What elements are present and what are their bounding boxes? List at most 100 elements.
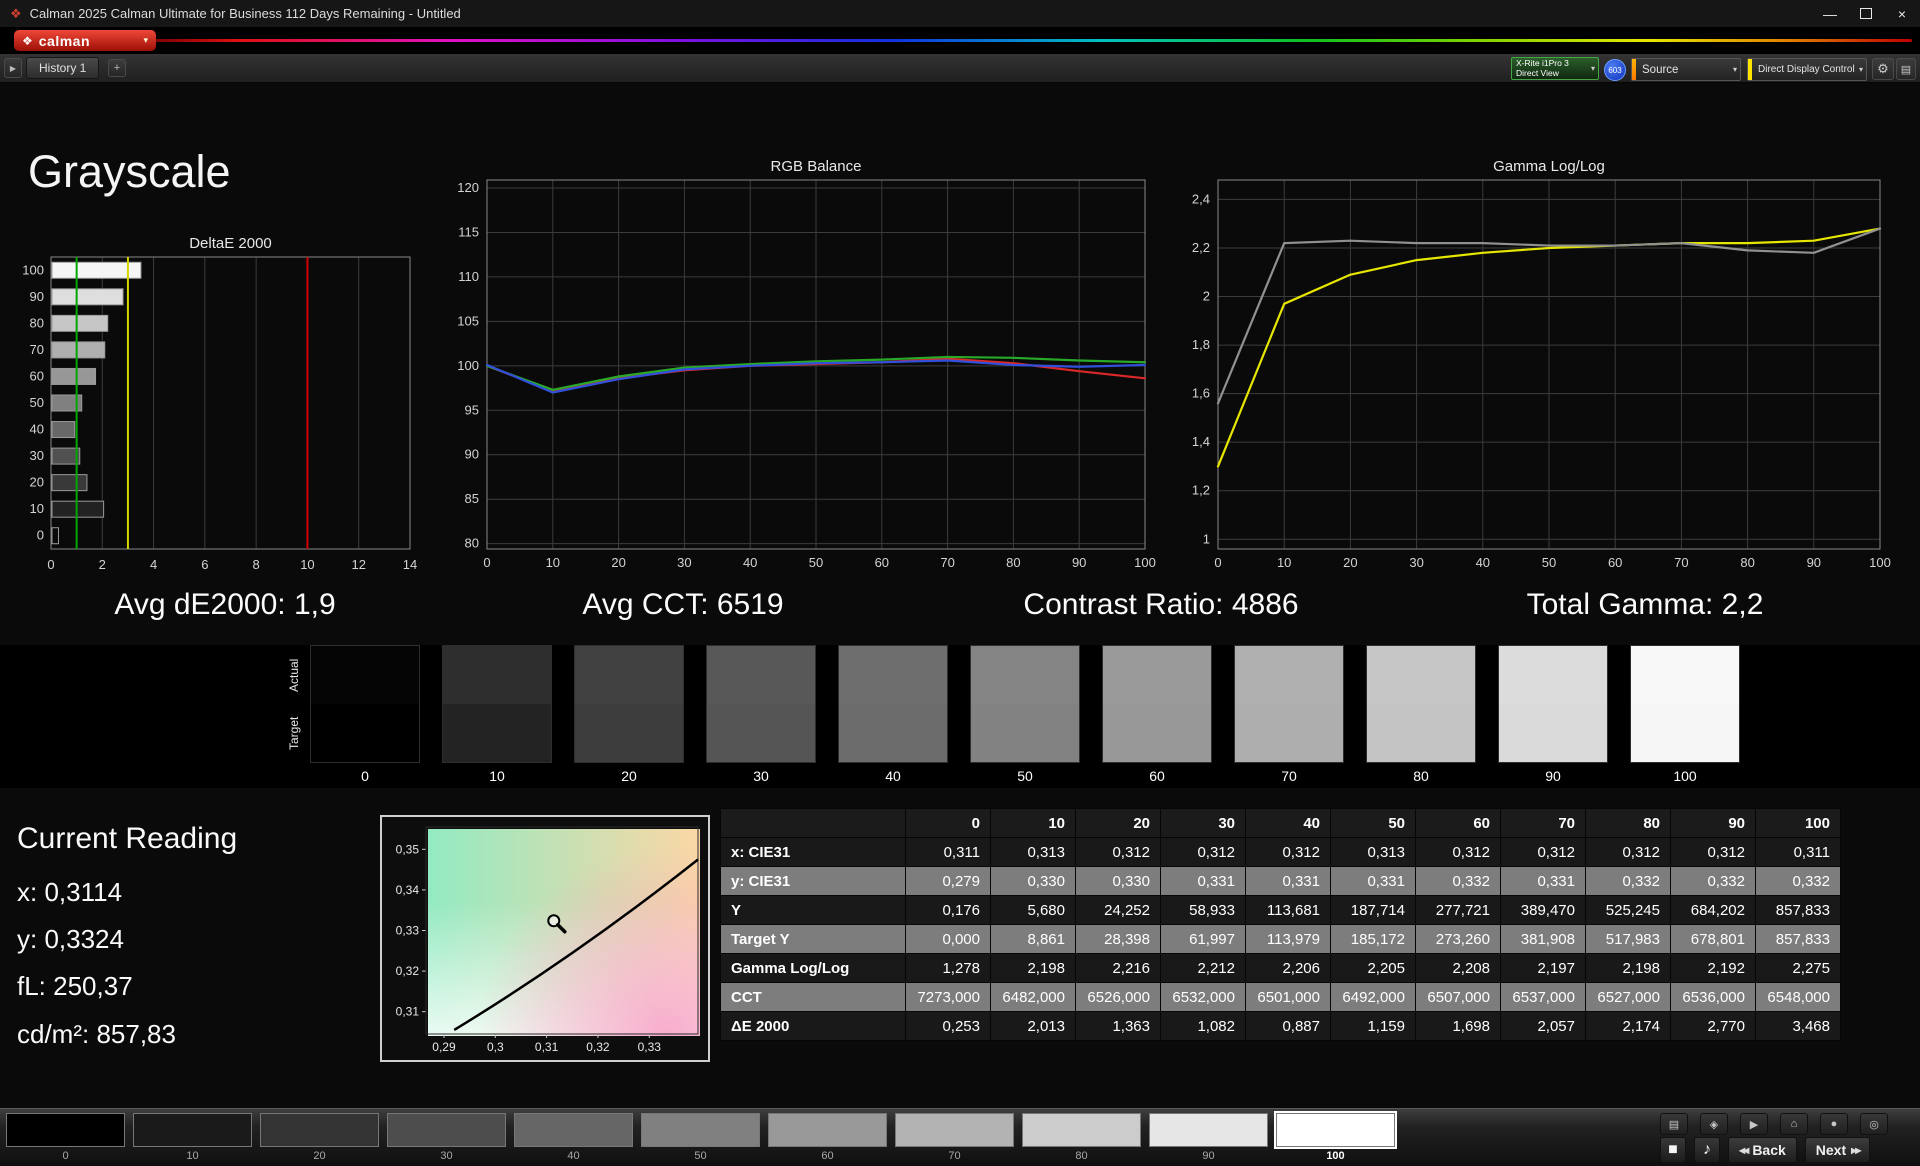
next-button[interactable]: Next ▶▶ <box>1804 1137 1871 1163</box>
table-cell: 381,908 <box>1500 924 1586 954</box>
calman-logo-button[interactable]: ❖ calman ▾ <box>14 30 156 51</box>
level-patch-button[interactable]: 90 <box>1149 1113 1268 1162</box>
window-controls: — × <box>1812 0 1920 27</box>
level-patch-button[interactable]: 30 <box>387 1113 506 1162</box>
calman-wordmark: calman <box>38 32 91 49</box>
level-patch-button[interactable]: 50 <box>641 1113 760 1162</box>
svg-text:14: 14 <box>403 557 417 572</box>
table-cell: 0,332 <box>1585 866 1671 896</box>
target-icon-button[interactable]: ◎ <box>1860 1113 1888 1135</box>
level-patch-button[interactable]: 10 <box>133 1113 252 1162</box>
table-cell: 389,470 <box>1500 895 1586 925</box>
table-row-label: Y <box>720 895 906 925</box>
settings-button[interactable]: ⚙ <box>1872 58 1894 80</box>
svg-text:0,35: 0,35 <box>396 842 420 856</box>
maximize-button[interactable] <box>1848 0 1884 27</box>
swatch-actual <box>575 646 683 704</box>
level-patch-button[interactable]: 0 <box>6 1113 125 1162</box>
patch-label: 20 <box>313 1150 326 1162</box>
minimize-button[interactable]: — <box>1812 0 1848 27</box>
history-expand-button[interactable]: ▶ <box>4 58 22 78</box>
chevron-down-icon: ▾ <box>1858 65 1863 74</box>
table-header-cell: 100 <box>1755 808 1841 838</box>
tab-history-1[interactable]: History 1 <box>26 57 100 79</box>
table-header-cell: 40 <box>1245 808 1331 838</box>
table-cell: 0,331 <box>1245 866 1331 896</box>
svg-text:2: 2 <box>1203 289 1210 304</box>
patch-label: 50 <box>694 1150 707 1162</box>
back-button[interactable]: ◀◀ Back <box>1728 1137 1797 1163</box>
table-cell: 185,172 <box>1330 924 1416 954</box>
level-patch-button[interactable]: 60 <box>768 1113 887 1162</box>
mute-button[interactable]: ♪ <box>1694 1137 1720 1163</box>
display-icon-button[interactable]: ▤ <box>1660 1113 1688 1135</box>
panel-toggle-button[interactable]: ▤ <box>1896 58 1916 80</box>
home-icon-button[interactable]: ⌂ <box>1780 1113 1808 1135</box>
table-cell: 0,331 <box>1330 866 1416 896</box>
patch-color <box>514 1113 633 1147</box>
table-cell: 0,311 <box>1755 837 1841 867</box>
svg-text:110: 110 <box>458 269 479 284</box>
swatch-target <box>443 704 551 762</box>
svg-text:RGB Balance: RGB Balance <box>771 158 862 175</box>
window-title: Calman 2025 Calman Ultimate for Business… <box>29 6 461 21</box>
table-cell: 277,721 <box>1415 895 1501 925</box>
play-icon-button[interactable]: ▶ <box>1740 1113 1768 1135</box>
svg-text:12: 12 <box>351 557 365 572</box>
svg-text:0,3: 0,3 <box>487 1040 504 1054</box>
record-icon: ● <box>1830 1118 1838 1130</box>
meter-status-badge: 603 <box>1604 59 1626 81</box>
swatch-actual <box>311 646 419 704</box>
level-patch-button[interactable]: 100 <box>1274 1111 1397 1162</box>
meter-dropdown[interactable]: X-Rite i1Pro 3 Direct View ▾ <box>1511 57 1599 80</box>
add-tab-button[interactable]: + <box>108 59 126 77</box>
svg-text:115: 115 <box>458 224 479 239</box>
workflow-toolbar: ▶ History 1 + X-Rite i1Pro 3 Direct View… <box>0 54 1920 83</box>
svg-text:2,4: 2,4 <box>1192 191 1210 206</box>
source-label: Source <box>1642 63 1679 76</box>
svg-text:90: 90 <box>465 447 479 462</box>
patch-label: 70 <box>948 1150 961 1162</box>
table-cell: 0,312 <box>1415 837 1501 867</box>
pattern-icon-button[interactable]: ◈ <box>1700 1113 1728 1135</box>
level-patch-button[interactable]: 80 <box>1022 1113 1141 1162</box>
target-icon: ◎ <box>1869 1118 1879 1131</box>
table-cell: 2,057 <box>1500 1011 1586 1041</box>
level-patch-button[interactable]: 20 <box>260 1113 379 1162</box>
close-button[interactable]: × <box>1884 0 1920 27</box>
source-dropdown[interactable]: Source ▾ <box>1631 58 1741 81</box>
swatch-actual <box>839 646 947 704</box>
home-icon: ⌂ <box>1790 1118 1798 1130</box>
play-icon: ▶ <box>1749 1118 1759 1131</box>
swatch-row: 0 10 20 30 40 50 60 70 80 90 100 <box>310 645 1740 784</box>
svg-text:80: 80 <box>30 315 44 330</box>
table-cell: 0,887 <box>1245 1011 1331 1041</box>
table-header-cell: 10 <box>990 808 1076 838</box>
grayscale-swatch-strip: Actual Target 0 10 20 30 40 50 60 70 80 90 100 <box>0 645 1920 788</box>
table-cell: 1,278 <box>905 953 991 983</box>
table-cell: 2,174 <box>1585 1011 1671 1041</box>
svg-text:1,2: 1,2 <box>1192 483 1210 498</box>
svg-text:0: 0 <box>1214 555 1221 570</box>
table-cell: 2,208 <box>1415 953 1501 983</box>
svg-text:2,2: 2,2 <box>1192 240 1210 255</box>
level-patch-button[interactable]: 40 <box>514 1113 633 1162</box>
table-header-cell: 20 <box>1075 808 1161 838</box>
table-row-label: y: CIE31 <box>720 866 906 896</box>
level-patch-button[interactable]: 70 <box>895 1113 1014 1162</box>
svg-text:95: 95 <box>465 402 479 417</box>
record-icon-button[interactable]: ● <box>1820 1113 1848 1135</box>
stop-button[interactable]: ■ <box>1660 1137 1686 1163</box>
patch-label: 80 <box>1075 1150 1088 1162</box>
current-reading-title: Current Reading <box>17 822 238 855</box>
svg-text:1,8: 1,8 <box>1192 337 1210 352</box>
table-cell: 0,331 <box>1160 866 1246 896</box>
table-cell: 7273,000 <box>905 982 991 1012</box>
panel-icon: ▤ <box>1900 63 1912 76</box>
minimize-icon: — <box>1823 5 1837 22</box>
level-patch-row: 0 10 20 30 40 50 60 70 80 90 100 <box>6 1111 1397 1162</box>
display-control-dropdown[interactable]: Direct Display Control ▾ <box>1747 58 1867 81</box>
swatch-target <box>1103 704 1211 762</box>
table-cell: 2,216 <box>1075 953 1161 983</box>
table-row-label: Target Y <box>720 924 906 954</box>
